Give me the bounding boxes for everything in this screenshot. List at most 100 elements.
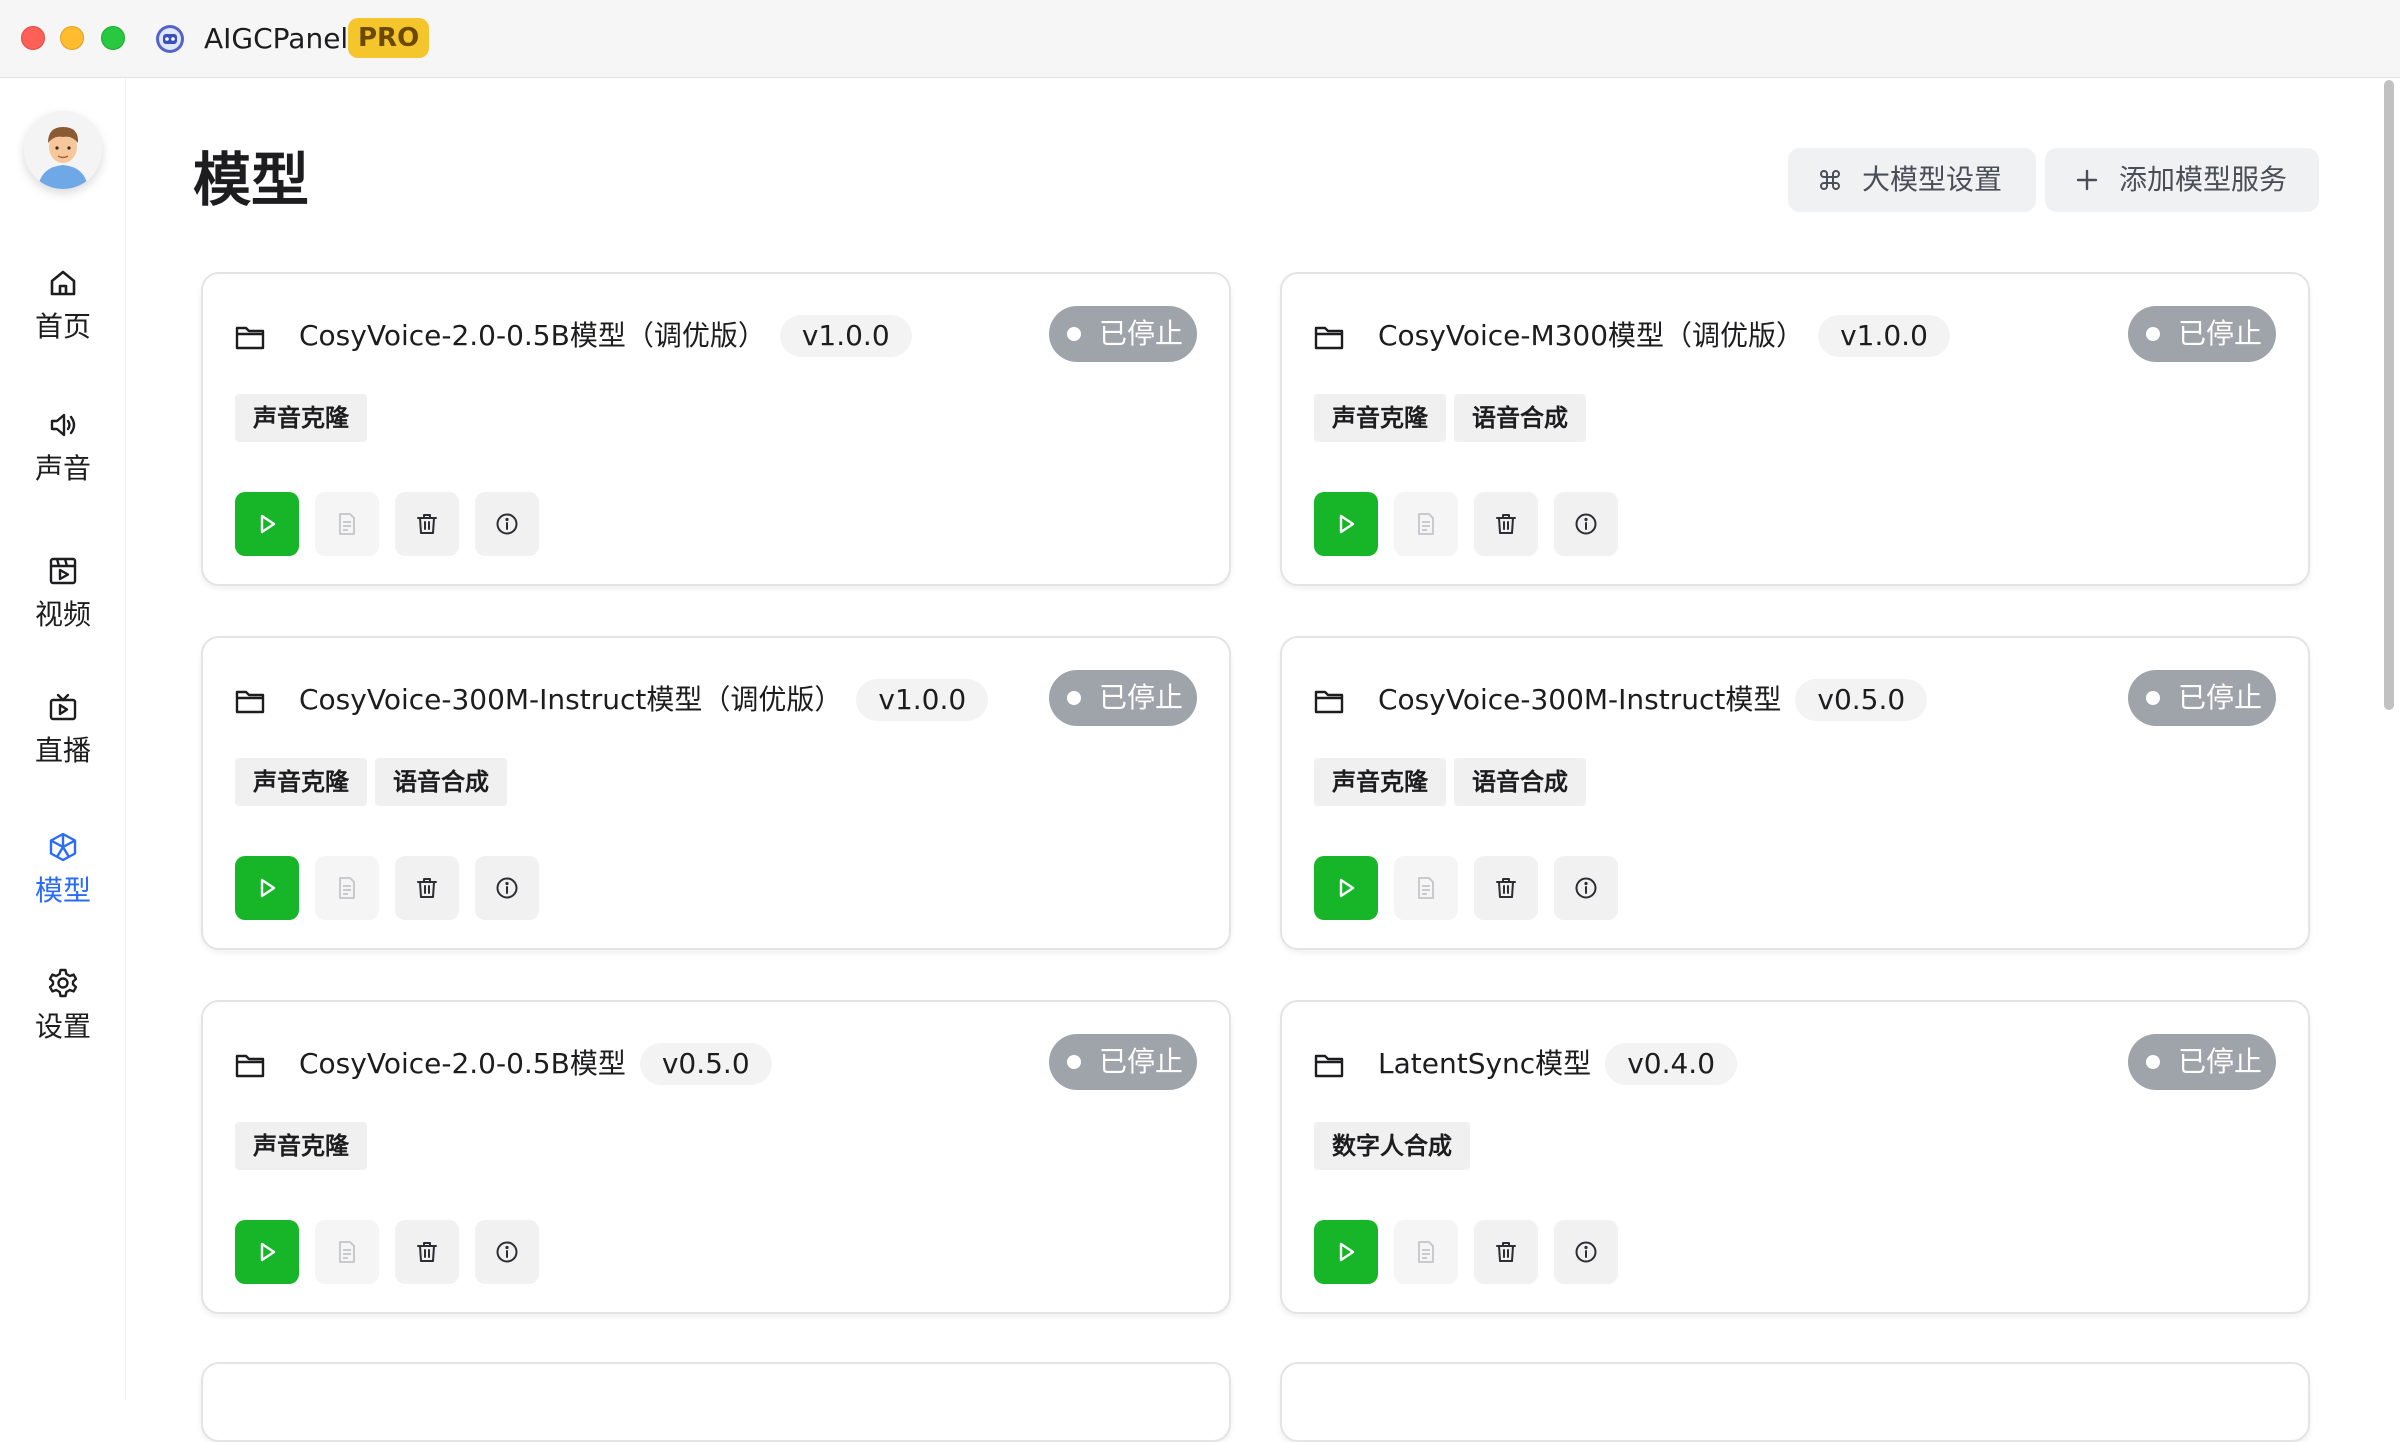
status-dot — [1067, 1055, 1081, 1069]
delete-button[interactable] — [395, 1220, 459, 1284]
folder-icon[interactable] — [1314, 1052, 1344, 1078]
status-toggle[interactable]: 已停止 — [2128, 670, 2276, 726]
tag-list: 数字人合成 — [1314, 1122, 1470, 1170]
card-header: CosyVoice-M300模型（调优版） v1.0.0 — [1378, 314, 1950, 358]
info-button[interactable] — [475, 492, 539, 556]
start-button[interactable] — [235, 492, 299, 556]
status-label: 已停止 — [2178, 681, 2263, 714]
model-card: CosyVoice-2.0-0.5B模型（调优版） v1.0.0 已停止 声音克… — [201, 272, 1231, 586]
sidebar-item-home[interactable]: 首页 — [0, 267, 126, 377]
folder-icon[interactable] — [235, 324, 265, 350]
status-label: 已停止 — [1099, 1045, 1184, 1078]
model-version-badge: v0.5.0 — [1795, 679, 1928, 721]
info-icon — [496, 1241, 518, 1263]
start-button[interactable] — [1314, 1220, 1378, 1284]
command-icon — [1820, 170, 1840, 190]
sidebar-item-label: 首页 — [34, 310, 91, 343]
status-toggle[interactable]: 已停止 — [2128, 1034, 2276, 1090]
document-icon — [339, 877, 355, 899]
gear-icon — [48, 968, 78, 998]
status-label: 已停止 — [1099, 317, 1184, 350]
trash-icon — [417, 878, 437, 898]
log-button[interactable] — [1394, 856, 1458, 920]
tag-list: 声音克隆 语音合成 — [235, 758, 507, 806]
folder-icon[interactable] — [1314, 688, 1344, 714]
model-card: CosyVoice-300M-Instruct模型（调优版） v1.0.0 已停… — [201, 636, 1231, 950]
status-dot — [2146, 691, 2160, 705]
status-toggle[interactable]: 已停止 — [1049, 670, 1197, 726]
log-button[interactable] — [315, 856, 379, 920]
delete-button[interactable] — [1474, 1220, 1538, 1284]
info-button[interactable] — [1554, 856, 1618, 920]
sidebar-item-video[interactable]: 视频 — [0, 555, 126, 665]
delete-button[interactable] — [395, 856, 459, 920]
user-avatar[interactable] — [24, 111, 102, 189]
play-icon — [260, 878, 276, 898]
log-button[interactable] — [315, 1220, 379, 1284]
info-button[interactable] — [1554, 1220, 1618, 1284]
sidebar-item-live[interactable]: 直播 — [0, 691, 126, 801]
model-version-badge: v1.0.0 — [779, 315, 912, 357]
sidebar-item-settings[interactable]: 设置 — [0, 967, 126, 1077]
log-button[interactable] — [1394, 492, 1458, 556]
scrollbar-thumb[interactable] — [2384, 80, 2394, 710]
tag: 语音合成 — [375, 758, 507, 806]
sidebar-item-label: 直播 — [34, 734, 91, 767]
info-icon — [496, 513, 518, 535]
avatar-person-icon — [24, 111, 102, 189]
status-toggle[interactable]: 已停止 — [2128, 306, 2276, 362]
status-dot — [1067, 327, 1081, 341]
start-button[interactable] — [1314, 492, 1378, 556]
model-name: CosyVoice-300M-Instruct模型（调优版） — [299, 683, 843, 716]
live-tv-icon — [49, 693, 77, 721]
folder-icon[interactable] — [235, 1052, 265, 1078]
sidebar-item-voice[interactable]: 声音 — [0, 409, 126, 519]
info-button[interactable] — [1554, 492, 1618, 556]
document-icon — [339, 1241, 355, 1263]
status-label: 已停止 — [1099, 681, 1184, 714]
close-window-button[interactable] — [21, 26, 45, 50]
card-header: LatentSync模型 v0.4.0 — [1378, 1042, 1738, 1086]
folder-icon[interactable] — [235, 688, 265, 714]
info-button[interactable] — [475, 856, 539, 920]
tag: 声音克隆 — [1314, 758, 1446, 806]
tag-list: 声音克隆 — [235, 1122, 367, 1170]
delete-button[interactable] — [395, 492, 459, 556]
info-icon — [496, 877, 518, 899]
delete-button[interactable] — [1474, 492, 1538, 556]
model-name: CosyVoice-2.0-0.5B模型（调优版） — [299, 319, 766, 352]
sidebar-item-models[interactable]: 模型 — [0, 831, 126, 941]
log-button[interactable] — [1394, 1220, 1458, 1284]
video-icon — [49, 557, 77, 585]
tag: 声音克隆 — [235, 394, 367, 442]
card-header: CosyVoice-2.0-0.5B模型（调优版） v1.0.0 — [299, 314, 912, 358]
trash-icon — [417, 514, 437, 534]
folder-icon[interactable] — [1314, 324, 1344, 350]
minimize-window-button[interactable] — [60, 26, 84, 50]
status-toggle[interactable]: 已停止 — [1049, 306, 1197, 362]
start-button[interactable] — [1314, 856, 1378, 920]
tag: 语音合成 — [1454, 758, 1586, 806]
scrollbar[interactable] — [2380, 80, 2398, 1400]
info-icon — [1575, 513, 1597, 535]
status-dot — [2146, 327, 2160, 341]
tag-list: 声音克隆 语音合成 — [1314, 758, 1586, 806]
delete-button[interactable] — [1474, 856, 1538, 920]
trash-icon — [1496, 514, 1516, 534]
play-icon — [1339, 514, 1355, 534]
info-button[interactable] — [475, 1220, 539, 1284]
start-button[interactable] — [235, 856, 299, 920]
play-icon — [260, 1242, 276, 1262]
llm-settings-button[interactable]: 大模型设置 — [1788, 148, 2036, 212]
log-button[interactable] — [315, 492, 379, 556]
sidebar: 首页 声音 视频 直播 模型 设置 — [0, 79, 126, 1400]
model-cube-icon — [49, 832, 77, 862]
tag-list: 声音克隆 — [235, 394, 367, 442]
status-label: 已停止 — [2178, 1045, 2263, 1078]
maximize-window-button[interactable] — [101, 26, 125, 50]
status-dot — [1067, 691, 1081, 705]
start-button[interactable] — [235, 1220, 299, 1284]
status-toggle[interactable]: 已停止 — [1049, 1034, 1197, 1090]
add-model-service-button[interactable]: 添加模型服务 — [2045, 148, 2319, 212]
plus-icon — [2076, 169, 2098, 191]
